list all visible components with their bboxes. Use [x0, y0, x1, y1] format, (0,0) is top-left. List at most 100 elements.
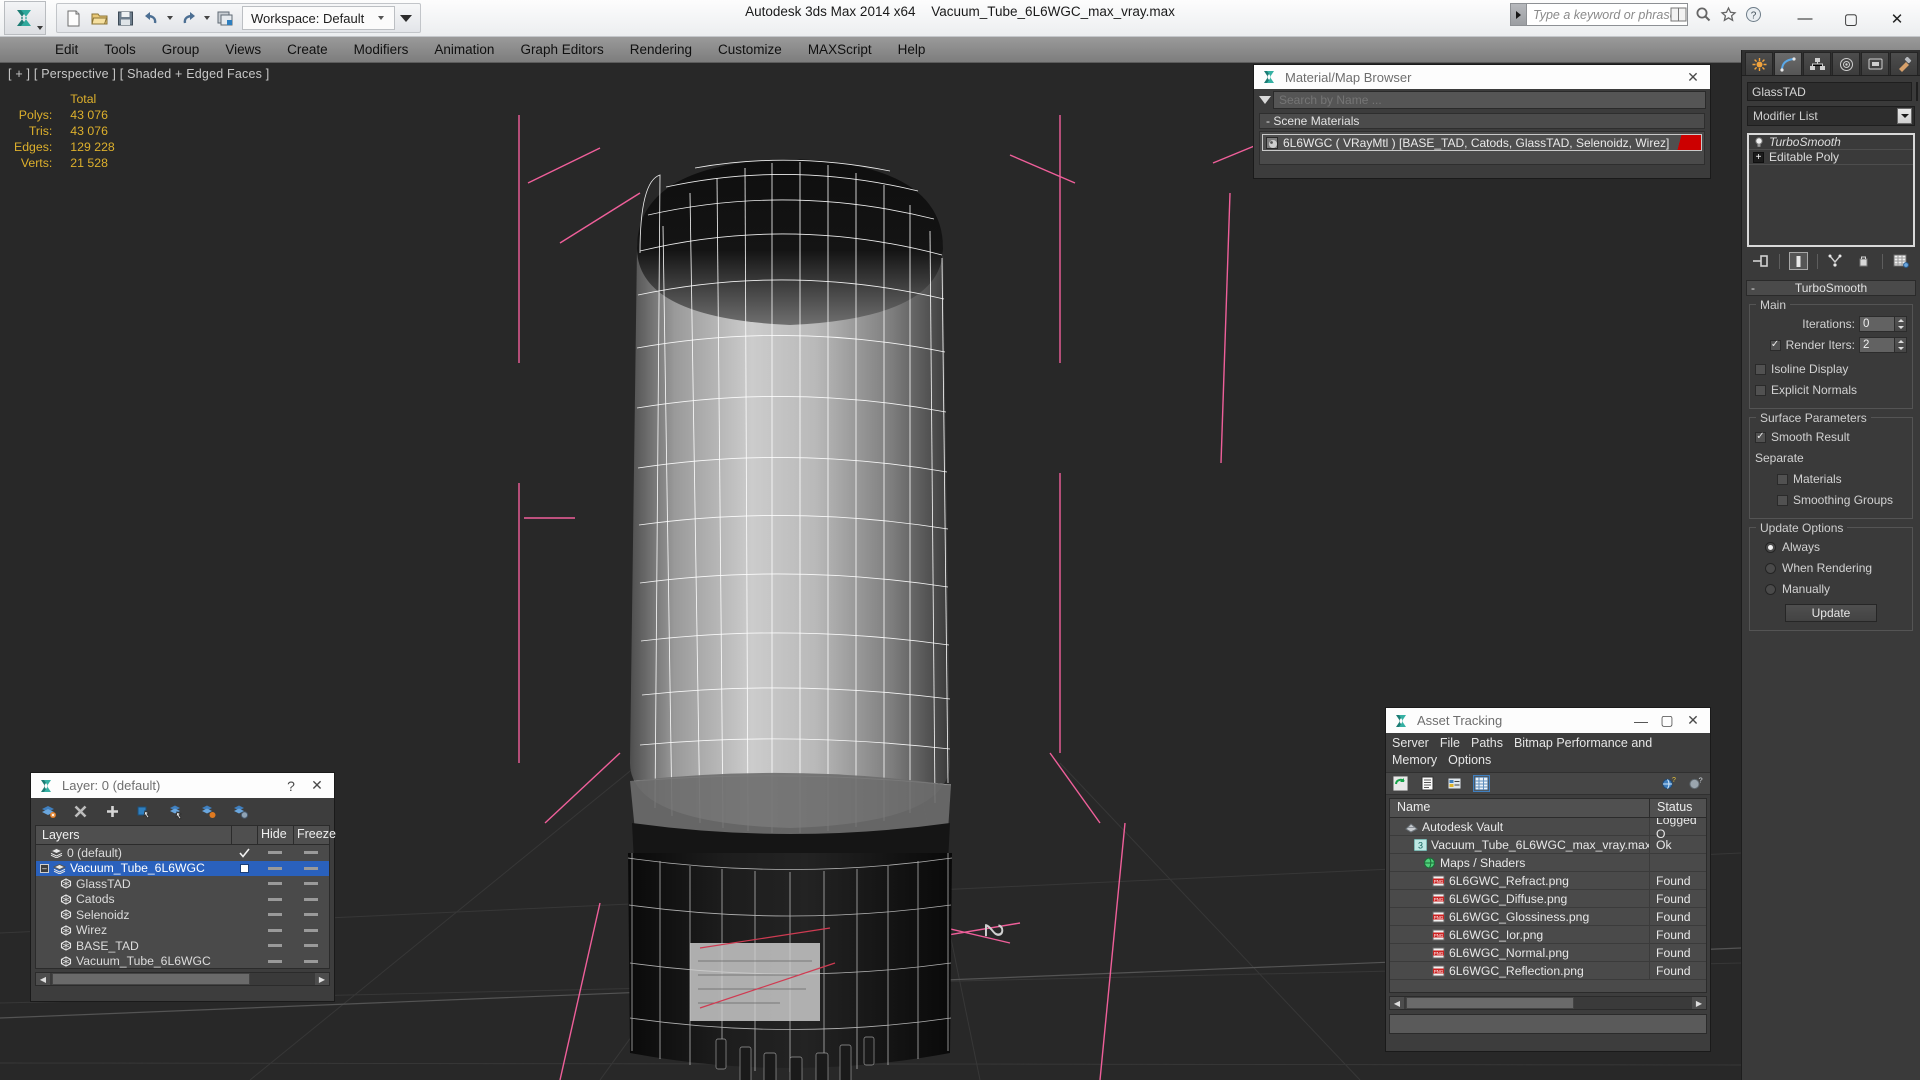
- project-folder-icon[interactable]: [212, 5, 238, 31]
- asset-table-rows[interactable]: Autodesk VaultLogged O3Vacuum_Tube_6L6WG…: [1390, 818, 1706, 992]
- pin-stack-icon[interactable]: [1751, 252, 1770, 270]
- maximize-button[interactable]: ▢: [1828, 0, 1874, 37]
- asset-scroll-right-button[interactable]: ▶: [1692, 997, 1706, 1009]
- layer-current-cell[interactable]: [231, 848, 257, 858]
- layer-expand-collapse-icon[interactable]: –: [40, 864, 49, 873]
- layer-scroll-thumb[interactable]: [52, 973, 250, 985]
- workspace-expand-button[interactable]: [395, 5, 417, 31]
- update-always-radio[interactable]: [1765, 542, 1776, 553]
- tab-modify[interactable]: [1774, 52, 1802, 75]
- asset-menu-bitmap-performance-and-memory[interactable]: Bitmap Performance and Memory: [1392, 736, 1652, 767]
- tab-display[interactable]: [1861, 52, 1889, 75]
- remove-modifier-icon[interactable]: [1854, 252, 1873, 270]
- layer-hide-cell[interactable]: [257, 898, 293, 901]
- stack-item-turbosmooth[interactable]: TurboSmooth: [1749, 135, 1913, 150]
- lightbulb-icon[interactable]: [1753, 136, 1764, 148]
- select-layer-objects-icon[interactable]: [167, 803, 185, 821]
- minimize-button[interactable]: —: [1782, 0, 1828, 37]
- update-always-row[interactable]: Always: [1755, 538, 1907, 556]
- layer-window-close-button[interactable]: ✕: [304, 774, 330, 798]
- update-button[interactable]: Update: [1785, 604, 1877, 622]
- object-color-swatch[interactable]: [1916, 82, 1918, 101]
- isoline-display-checkbox[interactable]: [1755, 364, 1766, 375]
- undo-dropdown-icon[interactable]: [164, 5, 175, 31]
- layer-scroll-right-button[interactable]: ▶: [315, 973, 329, 985]
- layer-freeze-cell[interactable]: [293, 898, 329, 901]
- render-iters-spinner[interactable]: [1859, 337, 1907, 353]
- layer-row[interactable]: Selenoidz: [36, 907, 329, 923]
- material-search-input[interactable]: [1273, 91, 1706, 109]
- asset-row[interactable]: Maps / Shaders: [1390, 854, 1706, 872]
- smooth-result-checkbox[interactable]: [1755, 432, 1766, 443]
- undo-icon[interactable]: [138, 5, 164, 31]
- tab-create[interactable]: [1745, 52, 1773, 75]
- asset-menu-options[interactable]: Options: [1448, 753, 1491, 767]
- layer-freeze-cell[interactable]: [293, 960, 329, 963]
- layer-row[interactable]: BASE_TAD: [36, 938, 329, 954]
- material-browser-options-icon[interactable]: [1257, 96, 1273, 104]
- tree-view-icon[interactable]: [1446, 775, 1463, 792]
- layer-row[interactable]: –Vacuum_Tube_6L6WGC: [36, 861, 329, 877]
- layer-freeze-cell[interactable]: [293, 944, 329, 947]
- explicit-normals-checkbox[interactable]: [1755, 385, 1766, 396]
- turbosmooth-rollout-header[interactable]: - TurboSmooth: [1746, 280, 1916, 296]
- layer-current-cell[interactable]: [231, 864, 257, 873]
- layer-freeze-cell[interactable]: [293, 929, 329, 932]
- asset-menu-file[interactable]: File: [1440, 736, 1460, 750]
- separate-materials-row[interactable]: Materials: [1755, 470, 1907, 488]
- menu-item-help[interactable]: Help: [885, 39, 939, 60]
- menu-item-group[interactable]: Group: [149, 39, 213, 60]
- asset-column-status[interactable]: Status: [1650, 799, 1706, 817]
- help-globe-icon[interactable]: ?: [1660, 775, 1677, 792]
- help-question-mark-icon[interactable]: ?: [1687, 775, 1704, 792]
- update-when-rendering-radio[interactable]: [1765, 563, 1776, 574]
- workspace-selector[interactable]: Workspace: Default: [242, 6, 395, 30]
- layer-freeze-cell[interactable]: [293, 882, 329, 885]
- asset-tracking-maximize-button[interactable]: ▢: [1654, 709, 1680, 733]
- layer-column-freeze[interactable]: Freeze: [293, 826, 329, 844]
- asset-row[interactable]: PNG6L6WGC_Glossiness.pngFound: [1390, 908, 1706, 926]
- stack-item-editable-poly[interactable]: + Editable Poly: [1749, 150, 1913, 165]
- asset-horizontal-scrollbar[interactable]: ◀ ▶: [1389, 996, 1707, 1010]
- iterations-spinner[interactable]: [1859, 316, 1907, 332]
- menu-item-tools[interactable]: Tools: [91, 39, 149, 60]
- add-selection-to-layer-icon[interactable]: [135, 803, 153, 821]
- material-browser-close-button[interactable]: ✕: [1680, 65, 1706, 89]
- asset-tracking-close-button[interactable]: ✕: [1680, 709, 1706, 733]
- update-when-rendering-row[interactable]: When Rendering: [1755, 559, 1907, 577]
- menu-item-animation[interactable]: Animation: [421, 39, 507, 60]
- search-input[interactable]: [1526, 3, 1688, 26]
- redo-icon[interactable]: [175, 5, 201, 31]
- modifier-list-dropdown[interactable]: Modifier List: [1747, 106, 1915, 126]
- separate-smoothing-checkbox[interactable]: [1777, 495, 1788, 506]
- asset-row[interactable]: PNG6L6WGC_Ior.pngFound: [1390, 926, 1706, 944]
- layer-hide-cell[interactable]: [257, 929, 293, 932]
- modifier-list-chevron-down-icon[interactable]: [1897, 108, 1912, 124]
- menu-item-graph-editors[interactable]: Graph Editors: [507, 39, 616, 60]
- delete-layer-icon[interactable]: [39, 803, 57, 821]
- show-end-result-icon[interactable]: [1789, 252, 1808, 270]
- scene-materials-list[interactable]: 6L6WGC ( VRayMtl ) [BASE_TAD, Catods, Gl…: [1259, 131, 1705, 165]
- asset-menu-paths[interactable]: Paths: [1471, 736, 1503, 750]
- remove-layer-x-icon[interactable]: [71, 803, 89, 821]
- separate-materials-checkbox[interactable]: [1777, 474, 1788, 485]
- layer-row[interactable]: Vacuum_Tube_6L6WGC: [36, 954, 329, 969]
- open-file-icon[interactable]: [86, 5, 112, 31]
- tab-motion[interactable]: [1832, 52, 1860, 75]
- layer-hide-cell[interactable]: [257, 913, 293, 916]
- iterations-input[interactable]: [1859, 316, 1895, 332]
- menu-item-views[interactable]: Views: [212, 39, 274, 60]
- scene-materials-group-header[interactable]: - Scene Materials: [1259, 113, 1705, 129]
- add-layer-plus-icon[interactable]: [103, 803, 121, 821]
- layer-freeze-cell[interactable]: [293, 867, 329, 870]
- modifier-stack[interactable]: TurboSmooth + Editable Poly: [1747, 133, 1915, 247]
- menu-item-customize[interactable]: Customize: [705, 39, 795, 60]
- layer-horizontal-scrollbar[interactable]: ◀ ▶: [35, 972, 330, 986]
- asset-row[interactable]: PNG6L6WGC_Reflection.pngFound: [1390, 962, 1706, 980]
- asset-row[interactable]: Autodesk VaultLogged O: [1390, 818, 1706, 836]
- close-button[interactable]: ✕: [1874, 0, 1920, 37]
- layer-row[interactable]: GlassTAD: [36, 876, 329, 892]
- configure-sets-icon[interactable]: [1892, 252, 1911, 270]
- layer-hide-cell[interactable]: [257, 944, 293, 947]
- menu-item-create[interactable]: Create: [274, 39, 341, 60]
